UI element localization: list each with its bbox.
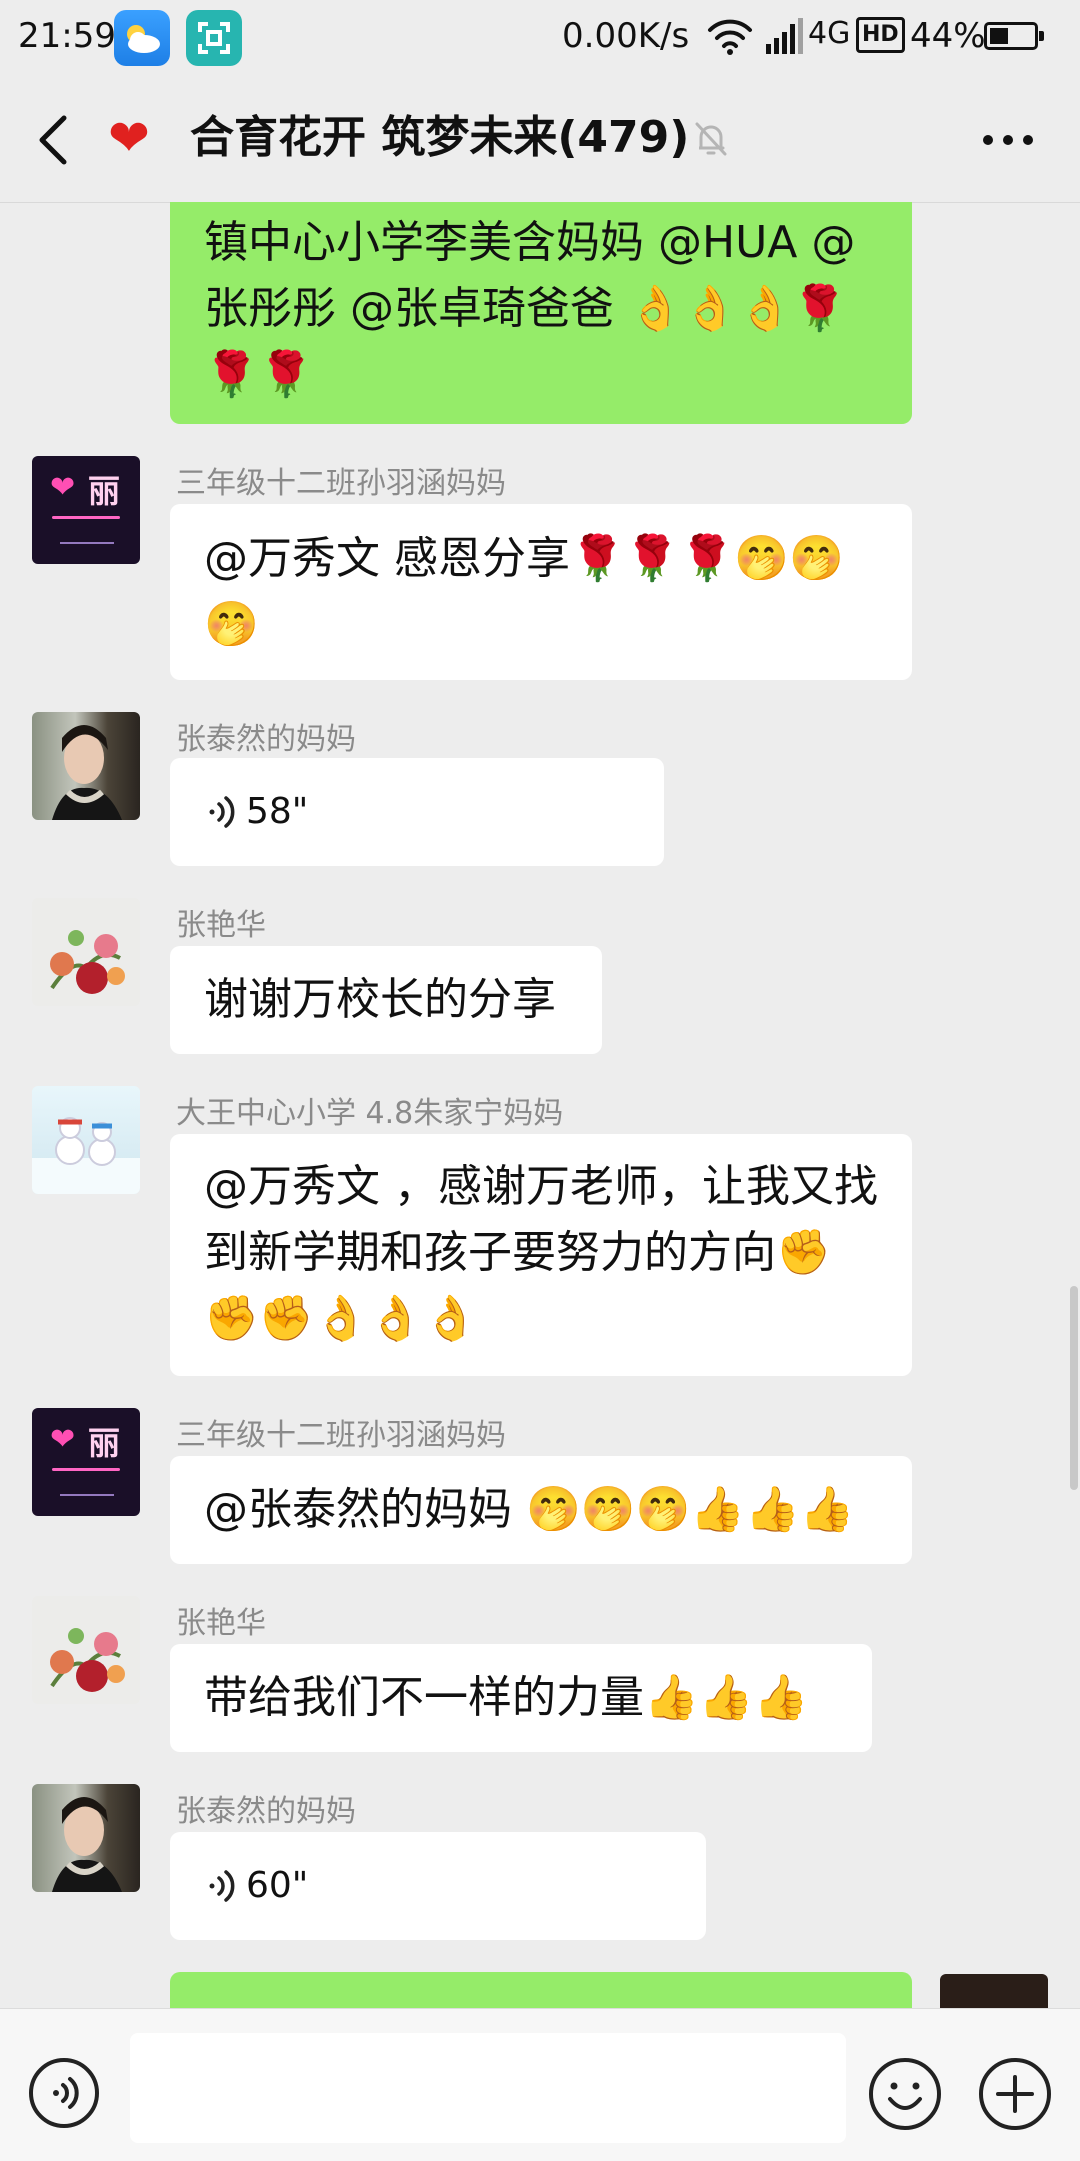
plus-icon [979, 2058, 1051, 2130]
weather-icon [114, 10, 170, 66]
signal-icon [764, 14, 804, 67]
message-bubble[interactable]: @张泰然的妈妈 🤭🤭🤭👍👍👍 [170, 1456, 912, 1564]
voice-wave-icon [209, 1870, 235, 1902]
battery-icon [984, 22, 1044, 50]
message-text: 谢谢万校长的分享 [204, 974, 556, 1025]
avatar[interactable] [32, 712, 140, 820]
hd-badge: HD [856, 17, 905, 53]
message-text: @张泰然的妈妈 🤭🤭🤭👍👍👍 [204, 1484, 855, 1535]
message-text: @万秀文 ，感谢万老师，让我又找到新学期和孩子要努力的方向✊✊✊👌👌👌 [204, 1161, 878, 1344]
voice-message-bubble[interactable]: 60" [170, 1832, 706, 1940]
avatar[interactable] [32, 1086, 140, 1194]
emoji-button[interactable] [868, 2057, 942, 2131]
back-button[interactable] [30, 112, 80, 168]
avatar[interactable]: ❤ 丽 [32, 1408, 140, 1516]
avatar[interactable] [32, 1784, 140, 1892]
own-avatar[interactable] [940, 1974, 1048, 2008]
sender-name: 大王中心小学 4.8朱家宁妈妈 [176, 1096, 564, 1131]
chat-title: 合育花开 筑梦未来(479) [190, 112, 690, 163]
message-bubble[interactable]: @万秀文 感恩分享🌹🌹🌹🤭🤭🤭 [170, 504, 912, 680]
message-bubble-own[interactable]: 镇中心小学李美含妈妈 @HUA @张彤彤 @张卓琦爸爸 👌👌👌🌹🌹🌹 [170, 202, 912, 424]
battery-percent: 44% [910, 16, 986, 56]
back-arrow-icon [39, 115, 67, 165]
message-bubble[interactable]: 带给我们不一样的力量👍👍👍 [170, 1644, 872, 1752]
message-bubble-own-partial[interactable] [170, 1972, 912, 2008]
voice-duration: 60" [246, 1865, 309, 1906]
sender-name: 张艳华 [176, 1606, 266, 1641]
voice-duration: 58" [246, 791, 309, 832]
voice-wave-icon [209, 796, 235, 828]
message-text: 镇中心小学李美含妈妈 @HUA @张彤彤 @张卓琦爸爸 👌👌👌🌹🌹🌹 [204, 217, 856, 400]
emoji-icon [869, 2058, 941, 2130]
status-time: 21:59 [18, 16, 116, 56]
heart-icon: ❤ [108, 109, 150, 167]
avatar[interactable] [32, 898, 140, 1006]
sender-name: 三年级十二班孙羽涵妈妈 [176, 1418, 506, 1453]
chat-header: ❤ 合育花开 筑梦未来(479) [0, 76, 1080, 203]
more-dots-icon [983, 135, 1033, 145]
sender-name: 三年级十二班孙羽涵妈妈 [176, 466, 506, 501]
plus-button[interactable] [978, 2057, 1052, 2131]
message-bubble[interactable]: @万秀文 ，感谢万老师，让我又找到新学期和孩子要努力的方向✊✊✊👌👌👌 [170, 1134, 912, 1376]
scan-icon [186, 10, 242, 66]
scroll-indicator[interactable] [1070, 1286, 1078, 1490]
network-type: 4G [808, 16, 851, 51]
more-button[interactable] [978, 120, 1038, 160]
wifi-icon [706, 14, 754, 67]
voice-toggle-button[interactable] [28, 2057, 100, 2129]
sender-name: 张泰然的妈妈 [176, 722, 356, 757]
voice-input-icon [29, 2058, 99, 2128]
message-bubble[interactable]: 谢谢万校长的分享 [170, 946, 602, 1054]
message-text: @万秀文 感恩分享🌹🌹🌹🤭🤭🤭 [204, 533, 844, 650]
sender-name: 张艳华 [176, 908, 266, 943]
status-bar: 21:59 0.00K/s 4G HD 44% [0, 0, 1080, 76]
sender-name: 张泰然的妈妈 [176, 1794, 356, 1829]
mute-bell-icon [693, 120, 729, 158]
avatar[interactable] [32, 1596, 140, 1704]
message-input[interactable] [130, 2033, 846, 2143]
network-speed: 0.00K/s [562, 16, 690, 56]
input-bar [0, 2008, 1080, 2161]
avatar[interactable]: ❤ 丽 [32, 456, 140, 564]
message-list[interactable]: 镇中心小学李美含妈妈 @HUA @张彤彤 @张卓琦爸爸 👌👌👌🌹🌹🌹 ❤ 丽 三年… [0, 202, 1080, 2008]
message-text: 带给我们不一样的力量👍👍👍 [204, 1672, 809, 1723]
voice-message-bubble[interactable]: 58" [170, 758, 664, 866]
